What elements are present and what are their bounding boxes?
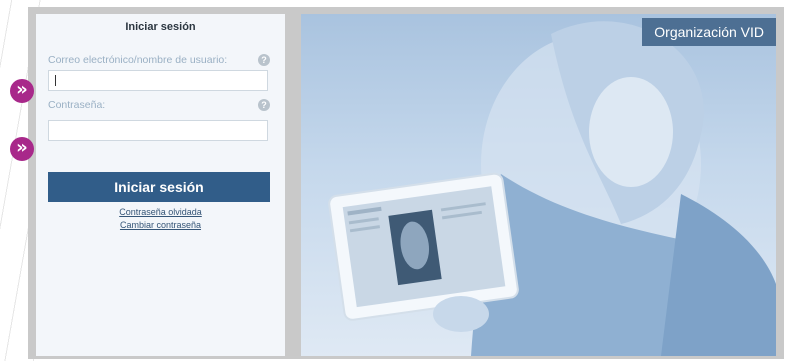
double-chevron-icon: » [16, 79, 28, 100]
password-label: Contraseña: [48, 99, 106, 111]
password-help-icon[interactable]: ? [258, 99, 270, 111]
login-panel: Iniciar sesión Correo electrónico/nombre… [36, 14, 285, 356]
change-password-link[interactable]: Cambiar contraseña [36, 220, 285, 230]
login-title: Iniciar sesión [125, 21, 196, 33]
text-caret [55, 75, 56, 86]
hero-illustration [328, 21, 776, 356]
username-label: Correo electrónico/nombre de usuario: [48, 54, 228, 66]
login-button[interactable]: Iniciar sesión [48, 172, 270, 202]
organization-badge: Organización VID [642, 18, 776, 46]
hero-image: Organización VID [301, 14, 776, 356]
forgot-password-link[interactable]: Contraseña olvidada [36, 207, 285, 217]
step-marker-password: » [10, 137, 34, 161]
step-marker-username: » [10, 79, 34, 103]
password-input[interactable] [48, 120, 268, 141]
username-input[interactable] [48, 70, 268, 91]
double-chevron-icon: » [16, 137, 28, 158]
username-help-icon[interactable]: ? [258, 54, 270, 66]
